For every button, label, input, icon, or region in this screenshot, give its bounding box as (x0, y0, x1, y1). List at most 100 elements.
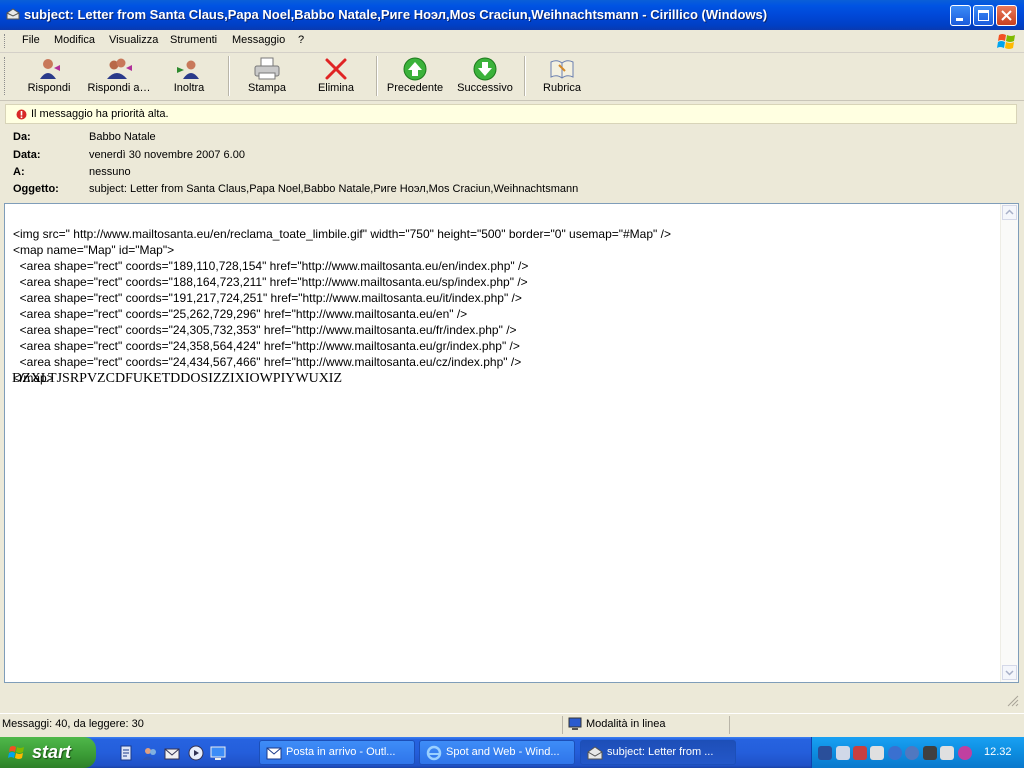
status-bar: Messaggi: 40, da leggere: 30 Modalità in… (0, 713, 1024, 736)
menu-strumenti[interactable]: Strumenti (170, 34, 217, 46)
delete-button[interactable]: Elimina (313, 54, 359, 98)
close-icon (1001, 10, 1012, 21)
addressbook-label: Rubrica (543, 82, 581, 94)
subject-value: subject: Letter from Santa Claus,Papa No… (89, 183, 579, 195)
message-body[interactable]: <img src=" http://www.mailtosanta.eu/en/… (4, 203, 1019, 683)
close-button[interactable] (996, 5, 1017, 26)
tray-speaker-icon[interactable] (870, 746, 884, 760)
task-browser[interactable]: Spot and Web - Wind... (419, 740, 575, 765)
quicklaunch-doc-icon[interactable] (118, 745, 134, 761)
online-computer-icon (568, 717, 582, 730)
delete-label: Elimina (317, 82, 355, 94)
next-button[interactable]: Successivo (455, 54, 515, 98)
previous-button[interactable]: Precedente (384, 54, 446, 98)
tray-app-icon[interactable] (958, 746, 972, 760)
start-button[interactable]: start (0, 737, 96, 768)
quicklaunch-people-icon[interactable] (142, 745, 158, 761)
reply-button[interactable]: Rispondi (21, 54, 77, 98)
next-label: Successivo (457, 82, 513, 94)
tray-monitor-icon[interactable] (836, 746, 850, 760)
toolbar-grip[interactable] (4, 57, 8, 95)
toolbar-separator (228, 56, 230, 96)
tray-network-icon[interactable] (818, 746, 832, 760)
envelope-icon (6, 8, 20, 20)
arrow-down-icon (473, 57, 497, 81)
priority-info-bar: Il messaggio ha priorità alta. (5, 104, 1017, 124)
menu-messaggio[interactable]: Messaggio (232, 34, 285, 46)
task-message-label: subject: Letter from ... (607, 746, 714, 758)
quicklaunch-mail-icon[interactable] (164, 745, 180, 761)
menu-file[interactable]: File (22, 34, 40, 46)
from-value: Babbo Natale (89, 131, 156, 143)
chevron-down-icon (1005, 670, 1014, 676)
reply-all-button[interactable]: Rispondi a… (84, 54, 154, 98)
body-line: <map name="Map" id="Map"> (13, 243, 175, 257)
internet-explorer-icon (426, 745, 442, 761)
status-divider (562, 716, 563, 734)
maximize-button[interactable] (973, 5, 994, 26)
body-line: <img src=" http://www.mailtosanta.eu/en/… (13, 227, 671, 241)
body-line: <area shape="rect" coords="24,434,567,46… (13, 355, 522, 369)
menu-grip[interactable] (4, 34, 8, 48)
minimize-icon (956, 18, 963, 21)
window-title: subject: Letter from Santa Claus,Papa No… (24, 7, 768, 22)
tray-device-icon[interactable] (923, 746, 937, 760)
scroll-up-button[interactable] (1002, 205, 1017, 220)
reply-all-icon (107, 58, 132, 79)
to-label: A: (13, 166, 25, 178)
arrow-up-icon (403, 57, 427, 81)
body-random-letters: DZXLTJSRPVZCDFUKETDDOSIZZIXIOWPIYWUXIZ (12, 371, 343, 386)
task-outlook-label: Posta in arrivo - Outl... (286, 746, 396, 758)
date-value: venerdì 30 novembre 2007 6.00 (89, 149, 245, 161)
scroll-down-button[interactable] (1002, 665, 1017, 680)
date-label: Data: (13, 149, 41, 161)
task-message[interactable]: subject: Letter from ... (580, 740, 736, 765)
clock[interactable]: 12.32 (984, 746, 1012, 758)
vertical-scrollbar[interactable] (1000, 204, 1018, 682)
task-outlook[interactable]: Posta in arrivo - Outl... (259, 740, 415, 765)
addressbook-icon (550, 60, 574, 79)
print-button[interactable]: Stampa (244, 54, 290, 98)
toolbar-separator (376, 56, 378, 96)
print-label: Stampa (248, 82, 286, 94)
body-line: <area shape="rect" coords="24,358,564,42… (13, 339, 520, 353)
start-label: start (32, 742, 72, 762)
menu-modifica[interactable]: Modifica (54, 34, 95, 46)
tray-security-icon[interactable] (853, 746, 867, 760)
quicklaunch-desktop-icon[interactable] (210, 745, 226, 761)
toolbar-separator (524, 56, 526, 96)
body-line: <area shape="rect" coords="25,262,729,29… (13, 307, 468, 321)
windows-logo-icon (8, 746, 24, 759)
menu-help[interactable]: ? (298, 34, 304, 46)
forward-button[interactable]: Inoltra (166, 54, 212, 98)
title-bar[interactable]: subject: Letter from Santa Claus,Papa No… (0, 0, 1024, 30)
subject-label: Oggetto: (13, 183, 59, 195)
outlook-icon (266, 747, 282, 760)
to-value: nessuno (89, 166, 131, 178)
tray-info-icon[interactable] (888, 746, 902, 760)
tray-update-icon[interactable] (905, 746, 919, 760)
taskbar: start Posta in arrivo - Outl... Spot and… (0, 737, 1024, 768)
toolbar: Rispondi Rispondi a… Inoltra Stampa Elim… (0, 53, 1024, 101)
task-browser-label: Spot and Web - Wind... (446, 746, 560, 758)
delete-x-icon (325, 58, 347, 80)
chevron-up-icon (1005, 209, 1014, 215)
high-priority-icon (16, 109, 27, 120)
body-line: <area shape="rect" coords="24,305,732,35… (13, 323, 517, 337)
minimize-button[interactable] (950, 5, 971, 26)
tray-tool-icon[interactable] (940, 746, 954, 760)
menu-bar: File Modifica Visualizza Strumenti Messa… (0, 30, 1024, 53)
reply-icon (40, 59, 60, 79)
windows-logo-icon (997, 34, 1015, 49)
resize-grip[interactable] (1005, 693, 1019, 707)
menu-visualizza[interactable]: Visualizza (109, 34, 158, 46)
status-divider (729, 716, 730, 734)
message-count: Messaggi: 40, da leggere: 30 (2, 718, 144, 730)
addressbook-button[interactable]: Rubrica (540, 54, 584, 98)
online-mode: Modalità in linea (586, 718, 666, 730)
quicklaunch-media-icon[interactable] (188, 745, 204, 761)
reply-all-label: Rispondi a… (87, 82, 151, 94)
forward-label: Inoltra (173, 82, 205, 94)
envelope-icon (587, 746, 603, 760)
body-line: <area shape="rect" coords="188,164,723,2… (13, 275, 528, 289)
